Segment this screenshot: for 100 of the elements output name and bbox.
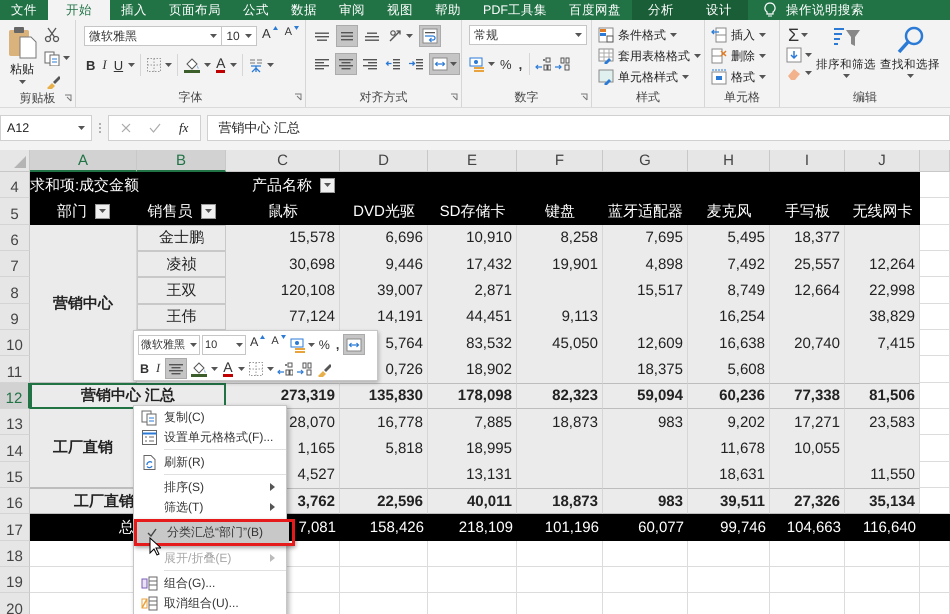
italic-button[interactable]: I: [100, 54, 109, 76]
grow-font-button[interactable]: A: [260, 25, 280, 47]
comma-style-button[interactable]: ,: [516, 53, 524, 75]
conditional-formatting-button[interactable]: 条件格式: [598, 25, 700, 45]
shrink-font-button[interactable]: A: [269, 334, 288, 355]
field-header: 产品名称: [252, 176, 312, 195]
column-header[interactable]: J: [845, 150, 920, 172]
tell-me-search[interactable]: 操作说明搜索: [786, 2, 864, 18]
table-cell: 17,432: [466, 256, 512, 273]
paste-button[interactable]: 粘贴: [4, 25, 40, 89]
ribbon-tab[interactable]: 公式: [232, 0, 280, 20]
ribbon-tab[interactable]: 视图: [376, 0, 424, 20]
menu-item[interactable]: 设置单元格格式(F)...: [134, 427, 286, 447]
underline-button[interactable]: U: [112, 54, 126, 76]
table-cell: 22,596: [377, 492, 423, 510]
font-size-dropdown[interactable]: 10: [221, 26, 257, 46]
column-header[interactable]: E: [428, 150, 517, 172]
column-header[interactable]: B: [137, 150, 226, 172]
row-header[interactable]: 4: [0, 172, 30, 198]
format-cells-button[interactable]: 格式: [711, 67, 775, 87]
ribbon-tab[interactable]: 百度网盘: [558, 0, 632, 20]
ribbon-tab[interactable]: 分析: [632, 0, 690, 20]
ribbon-tab[interactable]: 帮助: [424, 0, 472, 20]
percent-style-button[interactable]: %: [498, 53, 514, 75]
row-header[interactable]: 12: [0, 382, 30, 409]
menu-item[interactable]: 取消组合(U)...: [134, 593, 286, 613]
table-cell: 77,124: [289, 308, 335, 326]
italic-button[interactable]: I: [154, 358, 162, 379]
table-cell: 17,271: [794, 414, 840, 431]
grow-font-button[interactable]: A: [248, 334, 268, 355]
row-header[interactable]: 9: [0, 304, 30, 330]
menu-item[interactable]: 分类汇总“部门”(B): [137, 522, 289, 543]
table-cell: 19,901: [552, 256, 598, 273]
ribbon-tab[interactable]: PDF工具集: [472, 0, 558, 20]
insert-cells-button[interactable]: 插入: [711, 25, 775, 45]
column-header[interactable]: G: [603, 150, 688, 172]
table-cell: 82,323: [552, 387, 598, 404]
font-size-dropdown[interactable]: 10: [202, 334, 246, 354]
autosum-button[interactable]: Σ: [786, 25, 812, 45]
shrink-font-button[interactable]: A: [282, 25, 301, 47]
font-color-button[interactable]: A: [214, 54, 228, 76]
font-name-dropdown[interactable]: 微软雅黑: [84, 26, 222, 46]
row-header[interactable]: 6: [0, 224, 30, 251]
column-header[interactable]: D: [340, 150, 428, 172]
column-header[interactable]: I: [770, 150, 845, 172]
row-header[interactable]: 11: [0, 356, 30, 383]
row-header[interactable]: 20: [0, 593, 30, 614]
row-header[interactable]: 8: [0, 277, 30, 304]
ribbon-tab[interactable]: 设计: [690, 0, 748, 20]
ribbon-tab[interactable]: 文件: [0, 0, 48, 20]
row-header[interactable]: 15: [0, 462, 30, 488]
cell-styles-button[interactable]: 单元格样式: [598, 67, 700, 87]
delete-cells-button[interactable]: 删除: [711, 46, 775, 66]
font-color-button[interactable]: A: [221, 358, 235, 379]
ribbon-tab[interactable]: 开始: [48, 0, 110, 20]
sort-filter-button[interactable]: 排序和筛选: [816, 25, 876, 87]
table-cell: 178,098: [458, 387, 512, 404]
bold-button[interactable]: B: [84, 54, 98, 76]
row-header[interactable]: 5: [0, 198, 30, 225]
ribbon-tab[interactable]: 审阅: [328, 0, 376, 20]
row-header[interactable]: 17: [0, 514, 30, 541]
row-header[interactable]: 18: [0, 540, 30, 567]
table-cell: 28,070: [289, 414, 335, 431]
ribbon-tab[interactable]: 插入: [110, 0, 158, 20]
font-name-dropdown[interactable]: 微软雅黑: [138, 334, 200, 354]
ribbon-tab[interactable]: 数据: [280, 0, 328, 20]
insert-function-button[interactable]: fx: [179, 120, 188, 136]
table-cell: 5,764: [385, 334, 423, 352]
row-header[interactable]: 14: [0, 435, 30, 462]
table-cell: 18,375: [637, 360, 683, 378]
group-label: 数字: [514, 88, 538, 106]
column-header[interactable]: F: [517, 150, 603, 172]
table-cell: 18,377: [794, 229, 840, 246]
formula-field[interactable]: 营销中心 汇总: [207, 115, 950, 141]
column-header[interactable]: H: [688, 150, 770, 172]
menu-item[interactable]: 组合(G)...: [134, 573, 286, 593]
percent-style-button[interactable]: %: [316, 334, 332, 355]
column-header[interactable]: A: [30, 150, 137, 172]
row-header[interactable]: 19: [0, 566, 30, 594]
table-cell: 25,557: [794, 256, 840, 273]
menu-item[interactable]: 排序(S): [134, 477, 286, 497]
ribbon-tab[interactable]: 页面布局: [158, 0, 232, 20]
find-select-button[interactable]: 查找和选择: [880, 25, 940, 87]
menu-item[interactable]: 复制(C): [134, 407, 286, 427]
row-header[interactable]: 13: [0, 408, 30, 436]
field-header: 部门: [57, 202, 87, 221]
format-as-table-button[interactable]: 套用表格格式: [598, 46, 700, 66]
bold-button[interactable]: B: [138, 358, 152, 379]
column-header[interactable]: C: [226, 150, 340, 172]
menu-item[interactable]: 筛选(T): [134, 497, 286, 517]
row-header[interactable]: 7: [0, 250, 30, 278]
table-cell: 218,109: [458, 518, 513, 536]
column-heading: SD存储卡: [440, 202, 506, 221]
name-box[interactable]: A12: [0, 115, 92, 141]
comma-style-button[interactable]: ,: [334, 334, 342, 355]
field-header: 销售员: [148, 202, 192, 221]
number-format-dropdown[interactable]: 常规: [469, 25, 587, 45]
row-header[interactable]: 16: [0, 488, 30, 514]
row-header[interactable]: 10: [0, 330, 30, 356]
menu-item[interactable]: 刷新(R): [134, 452, 286, 472]
